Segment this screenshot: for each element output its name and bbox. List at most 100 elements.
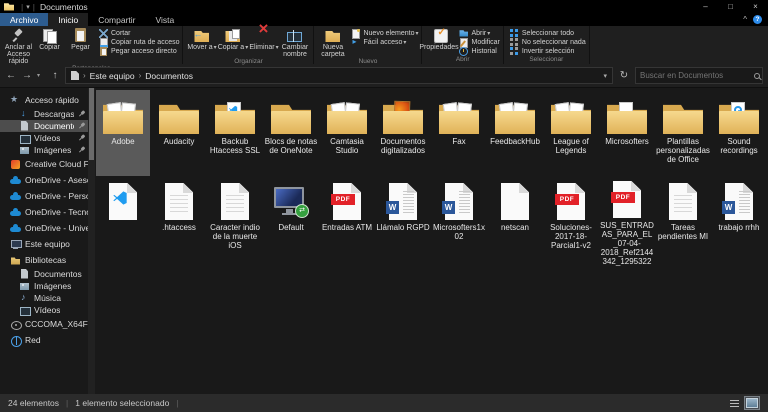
- easy-access-button[interactable]: Fácil acceso: [351, 37, 418, 46]
- tab-vista[interactable]: Vista: [146, 13, 185, 26]
- sidebar-item-documentos[interactable]: Documentos: [0, 120, 88, 132]
- open-button[interactable]: Abrir: [459, 29, 499, 37]
- search-box[interactable]: [635, 67, 763, 84]
- scrollbar-thumb[interactable]: [89, 88, 94, 160]
- tab-compartir[interactable]: Compartir: [88, 13, 145, 26]
- select-none-button[interactable]: No seleccionar nada: [509, 37, 586, 46]
- file-item-soluciones-2017-18-parcial1-v2[interactable]: Soluciones-2017-18-Parcial1-v2: [544, 176, 598, 262]
- breadcrumb-documentos[interactable]: Documentos: [145, 71, 193, 81]
- sidebar-item-imágenes[interactable]: Imágenes: [0, 280, 88, 292]
- tab-inicio[interactable]: Inicio: [48, 13, 89, 26]
- sidebar-scrollbar[interactable]: [88, 88, 95, 394]
- breadcrumb[interactable]: › Este equipo › Documentos ▾: [65, 67, 613, 84]
- move-to-button[interactable]: Mover a: [186, 27, 217, 52]
- back-icon[interactable]: ←: [5, 70, 17, 81]
- folder-item-backub-htaccess-ssl[interactable]: Backub Htaccess SSL: [208, 90, 262, 176]
- file-item-sus-entradas-para-el-07-04-2018-ref2144342-1295322[interactable]: SUS_ENTRADAS_PARA_EL_07-04-2018_Ref21443…: [600, 176, 654, 266]
- sidebar-item-este-equipo[interactable]: Este equipo: [0, 236, 88, 252]
- new-item-button[interactable]: Nuevo elemento: [351, 28, 418, 39]
- file-item-htaccess[interactable]: .htaccess: [152, 176, 206, 262]
- edit-button[interactable]: Modificar: [459, 37, 500, 48]
- copy-button[interactable]: Copiar: [34, 27, 65, 51]
- history-button[interactable]: Historial: [459, 46, 499, 56]
- folder-item-league-of-legends[interactable]: League of Legends: [544, 90, 598, 176]
- select-all-button[interactable]: Seleccionar todo: [509, 28, 586, 37]
- file-text-icon: [666, 178, 700, 220]
- pin-to-quick-access-button[interactable]: Anclar al Acceso rápido: [3, 27, 34, 65]
- folder-item-documentos-digitalizados[interactable]: Documentos digitalizados: [376, 90, 430, 176]
- sidebar-item-música[interactable]: Música: [0, 292, 88, 304]
- sidebar-item-creative-cloud-files[interactable]: Creative Cloud Files: [0, 156, 88, 172]
- folder-item-camtasia-studio[interactable]: Camtasia Studio: [320, 90, 374, 176]
- up-icon[interactable]: ↑: [49, 70, 61, 81]
- folder-item-microsofters[interactable]: Microsofters: [600, 90, 654, 176]
- sidebar-item-onedrive-asesoría-i[interactable]: OneDrive - Asesoría I: [0, 172, 88, 188]
- folder-item-blocs-de-notas-de-onenote[interactable]: Blocs de notas de OneNote: [264, 90, 318, 176]
- pin-icon[interactable]: [76, 145, 87, 156]
- sidebar-item-vídeos[interactable]: Vídeos: [0, 304, 88, 316]
- breadcrumb-separator: ›: [83, 71, 86, 80]
- file-item-entradas-atm[interactable]: Entradas ATM: [320, 176, 374, 262]
- recent-locations-chevron-icon[interactable]: ▾: [37, 72, 45, 79]
- content-area[interactable]: Adobe Audacity Backub Htaccess SSL Blocs de…: [95, 88, 768, 394]
- new-folder-button[interactable]: Nueva carpeta: [317, 27, 348, 58]
- paste-shortcut-button[interactable]: Pegar acceso directo: [99, 46, 179, 56]
- file-item-tareas-pendientes-mi[interactable]: Tareas pendientes MI: [656, 176, 710, 262]
- sidebar-item-descargas[interactable]: Descargas: [0, 108, 88, 120]
- folder-front: [663, 111, 703, 134]
- item-label: Sound recordings: [720, 137, 758, 155]
- pin-icon[interactable]: [76, 109, 87, 120]
- sidebar-item-red[interactable]: Red: [0, 332, 88, 348]
- search-input[interactable]: [636, 71, 754, 80]
- file-item-trabajo-rrhh[interactable]: trabajo rrhh: [712, 176, 766, 262]
- properties-button[interactable]: Propiedades: [419, 27, 459, 52]
- close-button[interactable]: ×: [743, 0, 768, 13]
- refresh-icon[interactable]: ↻: [617, 70, 631, 81]
- collapse-ribbon-icon[interactable]: ^: [743, 15, 747, 24]
- sidebar-item-imágenes[interactable]: Imágenes: [0, 144, 88, 156]
- copy-to-button[interactable]: Copiar a: [217, 27, 248, 52]
- pin-icon[interactable]: [76, 133, 87, 144]
- copy-path-button[interactable]: Copiar ruta de acceso: [99, 37, 179, 48]
- sidebar-item-vídeos[interactable]: Vídeos: [0, 132, 88, 144]
- ribbon-tab-row: Archivo Inicio Compartir Vista ^: [0, 13, 768, 26]
- rename-button[interactable]: Cambiar nombre: [279, 27, 310, 58]
- folder-item-feedbackhub[interactable]: FeedbackHub: [488, 90, 542, 176]
- breadcrumb-este-equipo[interactable]: Este equipo: [90, 71, 135, 81]
- sidebar-item-onedrive-tecnologí[interactable]: OneDrive - Tecnologí: [0, 204, 88, 220]
- tab-archivo[interactable]: Archivo: [0, 13, 49, 26]
- folder-item-sound-recordings[interactable]: Sound recordings: [712, 90, 766, 176]
- help-icon[interactable]: [753, 15, 762, 24]
- large-icons-view-button[interactable]: [744, 396, 760, 410]
- minimize-button[interactable]: –: [693, 0, 718, 13]
- folder-item-adobe[interactable]: Adobe: [96, 90, 150, 176]
- invert-selection-button[interactable]: Invertir selección: [509, 46, 586, 55]
- folder-item-fax[interactable]: Fax: [432, 90, 486, 176]
- folder-item-plantillas-personalizadas-de-office[interactable]: Plantillas personalizadas de Office: [656, 90, 710, 176]
- details-view-button[interactable]: [726, 396, 742, 410]
- pin-icon[interactable]: [76, 121, 87, 132]
- file-item-default[interactable]: Default: [264, 176, 318, 262]
- search-icon[interactable]: [754, 72, 760, 79]
- sidebar-item-cccoma-x64f-k[interactable]: CCCOMA_X64F (K:): [0, 316, 88, 332]
- sidebar-item-bibliotecas[interactable]: Bibliotecas: [0, 252, 88, 268]
- file-item-microsofters1x02[interactable]: Microsofters1x02: [432, 176, 486, 262]
- cut-button[interactable]: Cortar: [99, 28, 179, 38]
- file-item-vscode-file[interactable]: [96, 176, 150, 262]
- maximize-button[interactable]: □: [718, 0, 743, 13]
- sidebar-item-documentos[interactable]: Documentos: [0, 268, 88, 280]
- folder-front: [607, 111, 647, 134]
- address-dropdown-chevron-icon[interactable]: ▾: [603, 72, 607, 80]
- paste-button[interactable]: Pegar: [65, 27, 96, 51]
- folder-item-audacity[interactable]: Audacity: [152, 90, 206, 176]
- sidebar-item-onedrive-personal[interactable]: OneDrive - Personal: [0, 188, 88, 204]
- forward-icon[interactable]: →: [21, 70, 33, 81]
- delete-button[interactable]: Eliminar: [248, 25, 279, 52]
- file-item-netscan[interactable]: netscan: [488, 176, 542, 262]
- sidebar-item-onedrive-universid[interactable]: OneDrive - Universid: [0, 220, 88, 236]
- quick-access-toolbar-chevron-icon[interactable]: ▾: [26, 3, 30, 11]
- file-item-caracter-indio-de-la-muerte-ios[interactable]: Caracter indio de la muerte iOS: [208, 176, 262, 262]
- file-item-llámalo-rgpd[interactable]: Llámalo RGPD: [376, 176, 430, 262]
- ribbon-group-abrir: Propiedades Abrir Modificar Historial Ab…: [419, 26, 504, 64]
- sidebar-item-acceso-rápido[interactable]: Acceso rápido: [0, 92, 88, 108]
